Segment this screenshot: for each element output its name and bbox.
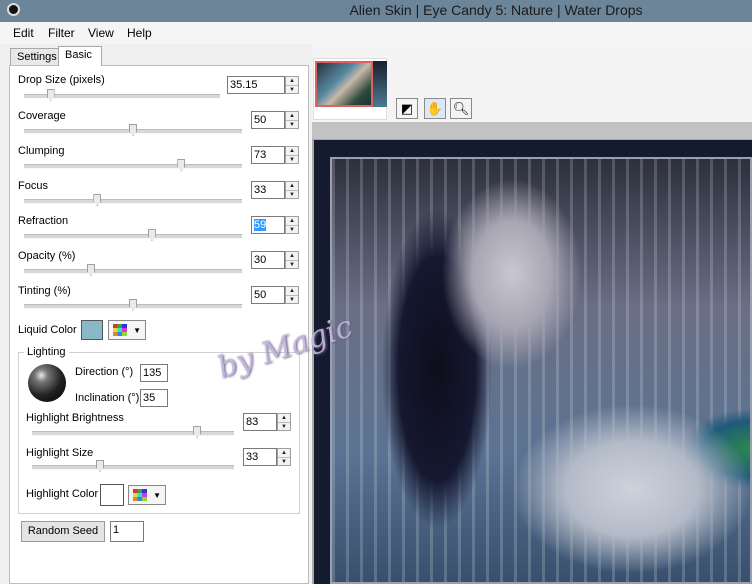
clumping-input[interactable]: 73 [251,146,285,164]
opacity-slider-track[interactable] [24,269,242,274]
highlight-color-label: Highlight Color [26,488,99,500]
chevron-down-icon: ▼ [133,326,141,335]
refraction-label: Refraction [18,215,69,227]
direction-input[interactable]: 135 [140,364,168,382]
focus-input[interactable]: 33 [251,181,285,199]
highlight-brightness-spinner[interactable]: ▲ ▼ [277,413,291,431]
thumbnail-image-edge [373,61,387,107]
opacity-input[interactable]: 30 [251,251,285,269]
liquid-color-swatch[interactable] [81,320,103,340]
opacity-label: Opacity (%) [18,250,76,262]
light-direction-sphere[interactable] [28,364,66,402]
focus-label: Focus [18,180,48,192]
menu-edit[interactable]: Edit [13,26,34,40]
menu-filter[interactable]: Filter [48,26,75,40]
highlight-brightness-label: Highlight Brightness [26,412,124,424]
tinting-spinner[interactable]: ▲ ▼ [285,286,299,304]
random-seed-input[interactable]: 1 [110,521,144,542]
opacity-spinner[interactable]: ▲ ▼ [285,251,299,269]
tinting-label: Tinting (%) [18,285,71,297]
highlight-color-palette-button[interactable]: ▼ [128,485,166,505]
refraction-spinner[interactable]: ▲ ▼ [285,216,299,234]
focus-spinner[interactable]: ▲ ▼ [285,181,299,199]
clumping-slider-track[interactable] [24,164,242,169]
tab-settings[interactable]: Settings [10,48,59,66]
hand-icon[interactable]: ✋ [424,98,446,119]
liquid-color-palette-button[interactable]: ▼ [108,320,146,340]
tinting-input[interactable]: 50 [251,286,285,304]
highlight-size-label: Highlight Size [26,447,94,459]
random-seed-button[interactable]: Random Seed [21,521,105,542]
coverage-input[interactable]: 50 [251,111,285,129]
inclination-input[interactable]: 35 [140,389,168,407]
compare-icon[interactable]: ◩ [396,98,418,119]
inclination-label: Inclination (°) [75,392,140,404]
thumbnail-viewport[interactable] [315,61,373,107]
drop-size-input[interactable]: 35.15 [227,76,285,94]
liquid-color-label: Liquid Color [18,324,77,336]
menu-help[interactable]: Help [127,26,152,40]
preview-image[interactable] [330,157,752,584]
highlight-color-swatch[interactable] [100,484,124,506]
window-title: Alien Skin | Eye Candy 5: Nature | Water… [349,2,643,18]
focus-slider-track[interactable] [24,199,242,204]
chevron-down-icon: ▼ [153,491,161,500]
drop-size-spinner[interactable]: ▲ ▼ [285,76,299,94]
refraction-input[interactable]: 59 [251,216,285,234]
direction-label: Direction (°) [75,366,134,378]
highlight-size-input[interactable]: 33 [243,448,277,466]
menu-view[interactable]: View [88,26,114,40]
clumping-label: Clumping [18,145,65,157]
tab-basic[interactable]: Basic [58,46,102,66]
palette-icon [113,324,127,336]
canvas-header-bar [312,122,752,139]
coverage-label: Coverage [18,110,66,122]
drop-size-label: Drop Size (pixels) [18,74,105,86]
highlight-brightness-input[interactable]: 83 [243,413,277,431]
magnifier-icon[interactable]: 🔍︎ [450,98,472,119]
refraction-slider-track[interactable] [24,234,242,239]
highlight-brightness-slider-track[interactable] [32,431,234,436]
lighting-legend: Lighting [24,346,69,358]
highlight-size-spinner[interactable]: ▲ ▼ [277,448,291,466]
menu-bar: Edit Filter View Help [0,22,752,45]
clumping-spinner[interactable]: ▲ ▼ [285,146,299,164]
refraction-value: 59 [254,219,267,231]
coverage-spinner[interactable]: ▲ ▼ [285,111,299,129]
highlight-size-slider-track[interactable] [32,465,234,470]
palette-icon [133,489,147,501]
